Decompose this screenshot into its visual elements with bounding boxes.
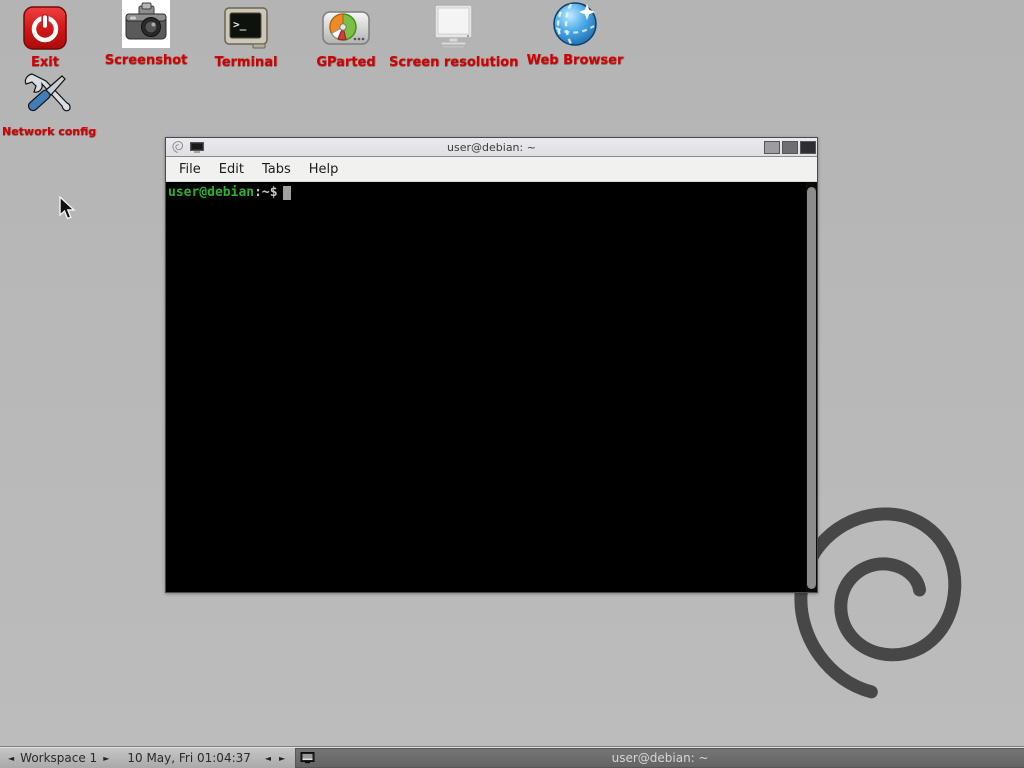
camera-icon	[98, 0, 194, 48]
task-monitor-icon	[300, 752, 316, 768]
globe-icon	[521, 0, 629, 48]
prompt-path: ~	[262, 185, 270, 200]
workspace-next-arrow[interactable]: ►	[99, 748, 113, 768]
maximize-button[interactable]	[782, 141, 798, 154]
terminal-scrollbar[interactable]	[806, 182, 817, 592]
scrollbar-thumb[interactable]	[807, 187, 816, 589]
window-titlebar[interactable]: user@debian: ~	[166, 138, 817, 157]
menu-file[interactable]: File	[170, 159, 210, 180]
prompt-symbol: $	[270, 185, 278, 200]
desktop-icon-screen-resolution[interactable]: Screen resolution	[389, 2, 517, 70]
close-button[interactable]	[800, 141, 816, 154]
clock-next-arrow[interactable]: ►	[275, 748, 289, 768]
terminal-window: user@debian: ~ File Edit Tabs Help user@…	[165, 137, 818, 593]
workspace-prev-arrow[interactable]: ◄	[0, 748, 18, 768]
desktop-icon-terminal[interactable]: >_ Terminal	[198, 2, 294, 70]
terminal-cursor	[283, 186, 291, 200]
prompt-separator: :	[254, 185, 262, 200]
prompt-user-host: user@debian	[168, 185, 254, 200]
tools-icon	[2, 68, 92, 120]
svg-text:>_: >_	[233, 18, 247, 31]
menu-tabs[interactable]: Tabs	[253, 159, 300, 180]
crt-terminal-icon: >_	[198, 2, 294, 50]
desktop-icon-gparted[interactable]: GParted	[300, 2, 392, 70]
menu-edit[interactable]: Edit	[210, 159, 253, 180]
terminal-screen[interactable]: user@debian:~$	[166, 182, 806, 592]
desktop-icon-label: Network config	[2, 125, 92, 138]
desktop-icon-exit[interactable]: Exit	[9, 2, 81, 70]
taskbar-clock: 10 May, Fri 01:04:37	[113, 751, 261, 765]
desktop-icon-label: GParted	[300, 55, 392, 70]
minimize-button[interactable]	[764, 141, 780, 154]
desktop-icon-screenshot[interactable]: Screenshot	[98, 0, 194, 68]
desktop-icon-label: Web Browser	[521, 53, 629, 68]
disk-partition-icon	[300, 2, 392, 50]
task-button-label: user@debian: ~	[612, 751, 709, 765]
desktop-icon-label: Screen resolution	[389, 55, 517, 70]
task-button-terminal[interactable]: user@debian: ~	[295, 748, 1024, 768]
window-menubar: File Edit Tabs Help	[166, 157, 817, 182]
clock-prev-arrow[interactable]: ◄	[261, 748, 275, 768]
desktop-icon-web-browser[interactable]: Web Browser	[521, 0, 629, 68]
desktop-icon-label: Screenshot	[98, 53, 194, 68]
desktop-icon-network-config[interactable]: Network config	[2, 68, 92, 138]
window-title: user@debian: ~	[166, 141, 817, 154]
workspace-label[interactable]: Workspace 1	[18, 751, 99, 765]
mouse-cursor	[58, 196, 78, 226]
taskbar: ◄ Workspace 1 ► 10 May, Fri 01:04:37 ◄ ►…	[0, 747, 1024, 768]
desktop-icon-label: Terminal	[198, 55, 294, 70]
exit-icon	[9, 2, 81, 50]
monitor-icon	[389, 2, 517, 50]
menu-help[interactable]: Help	[300, 159, 348, 180]
